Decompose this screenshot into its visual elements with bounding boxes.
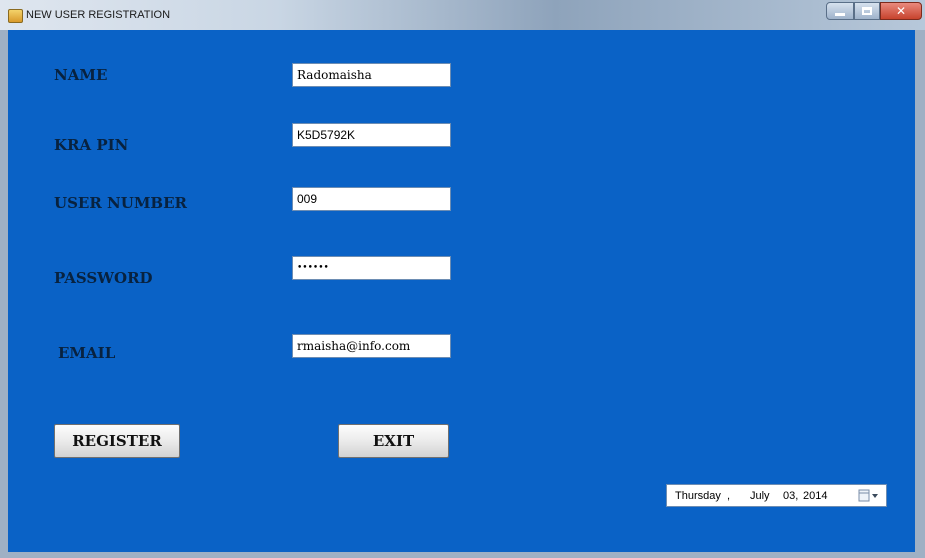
kra-pin-field[interactable]: K5D5792K [292,123,451,147]
name-label: NAME [54,66,108,84]
user-number-field[interactable]: 009 [292,187,451,211]
date-day[interactable]: 03, [783,490,798,502]
calendar-dropdown-icon[interactable] [858,489,880,502]
close-button[interactable]: ✕ [880,2,922,20]
password-field[interactable]: •••••• [292,256,451,280]
register-button[interactable]: REGISTER [54,424,180,458]
date-separator: , [727,489,731,502]
exit-button[interactable]: EXIT [338,424,449,458]
registration-window: NEW USER REGISTRATION ✕ NAME Radomaisha … [0,0,925,558]
minimize-icon [835,12,845,16]
date-picker[interactable]: Thursday , July 03, 2014 [666,484,887,507]
date-year[interactable]: 2014 [803,490,827,502]
date-month[interactable]: July [750,490,770,502]
user-number-label: USER NUMBER [54,194,188,212]
email-label: EMAIL [58,344,116,362]
name-field[interactable]: Radomaisha [292,63,451,87]
close-icon: ✕ [895,4,907,18]
title-bar[interactable]: NEW USER REGISTRATION ✕ [0,0,925,30]
maximize-button[interactable] [854,2,880,20]
minimize-button[interactable] [826,2,854,20]
app-icon [8,9,23,23]
window-title: NEW USER REGISTRATION [26,9,171,21]
form-panel: NAME Radomaisha KRA PIN K5D5792K USER NU… [8,30,915,552]
email-field[interactable]: rmaisha@info.com [292,334,451,358]
kra-pin-label: KRA PIN [54,136,129,154]
date-weekday[interactable]: Thursday [675,490,721,502]
maximize-icon [862,7,872,15]
password-label: PASSWORD [54,269,153,287]
